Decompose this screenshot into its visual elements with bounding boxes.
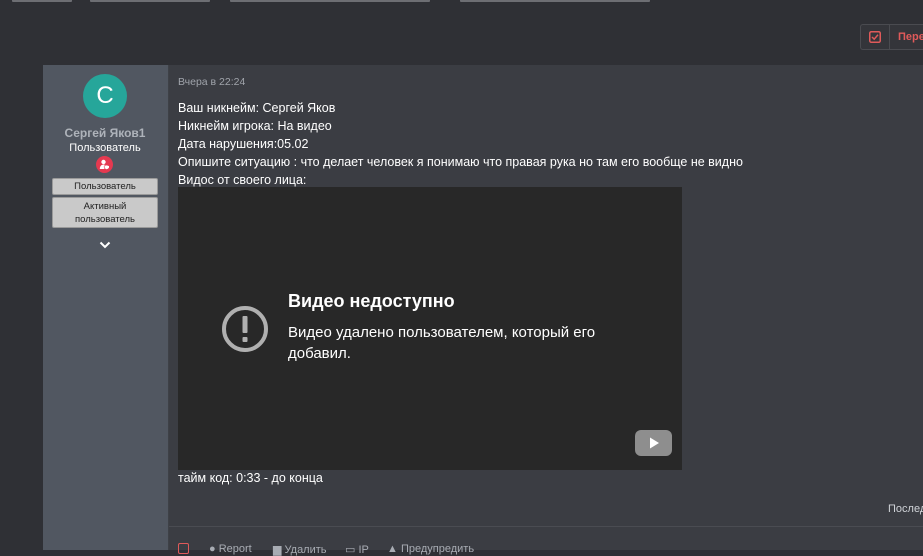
youtube-play-icon[interactable] — [635, 430, 672, 456]
warn-link[interactable]: ▲ Предупредить — [387, 543, 474, 555]
post-line-situation: Опишите ситуацию : что делает человек я … — [178, 155, 743, 169]
post-body: Ваш никнейм: Сергей Яков Никнейм игрока:… — [178, 99, 743, 189]
embedded-video[interactable]: Видео недоступно Видео удалено пользоват… — [178, 187, 682, 470]
chevron-down-icon[interactable] — [98, 238, 112, 252]
avatar[interactable]: С — [83, 74, 127, 118]
post-content: Вчера в 22:24 Ваш никнейм: Сергей Яков Н… — [169, 65, 923, 556]
alert-circle-icon — [222, 306, 268, 352]
select-post-checkbox[interactable] — [178, 543, 189, 554]
report-label: Report — [218, 543, 252, 555]
previous-content-strip — [0, 0, 923, 4]
post-line-player: Никнейм игрока: На видео — [178, 119, 332, 133]
user-banner-member: Пользователь — [52, 178, 158, 195]
ip-label: IP — [358, 544, 369, 556]
post-line-date: Дата нарушения:05.02 — [178, 137, 309, 151]
report-link[interactable]: ● Report — [209, 543, 252, 555]
post-action-bar: ● Report ▆ Удалить ▭ IP ▲ Предупредить — [169, 526, 923, 556]
user-banner-active: Активный пользователь — [52, 197, 158, 228]
video-unavailable-message: Видео удалено пользователем, который его… — [288, 324, 596, 362]
forum-post: С Сергей Яков1 Пользователь Пользователь… — [43, 65, 923, 556]
delete-label: Удалить — [284, 544, 327, 556]
timecode-text: тайм код: 0:33 - до конца — [178, 471, 323, 485]
post-date[interactable]: Вчера в 22:24 — [178, 76, 245, 88]
warn-label: Предупредить — [400, 543, 475, 555]
post-line-nickname: Ваш никнейм: Сергей Яков — [178, 101, 336, 115]
author-title: Пользователь — [69, 142, 141, 154]
user-shield-icon — [96, 156, 113, 173]
post-author-sidebar: С Сергей Яков1 Пользователь Пользователь… — [43, 65, 169, 550]
last-edited-text: Послед — [888, 503, 923, 515]
video-unavailable-title: Видео недоступно — [288, 291, 455, 311]
moderation-selector[interactable]: Перен — [860, 24, 923, 50]
moderation-label[interactable]: Перен — [898, 31, 923, 43]
author-name[interactable]: Сергей Яков1 — [43, 126, 167, 140]
top-bar: Перен — [0, 0, 923, 65]
checkbox-checked-icon[interactable] — [861, 25, 890, 49]
